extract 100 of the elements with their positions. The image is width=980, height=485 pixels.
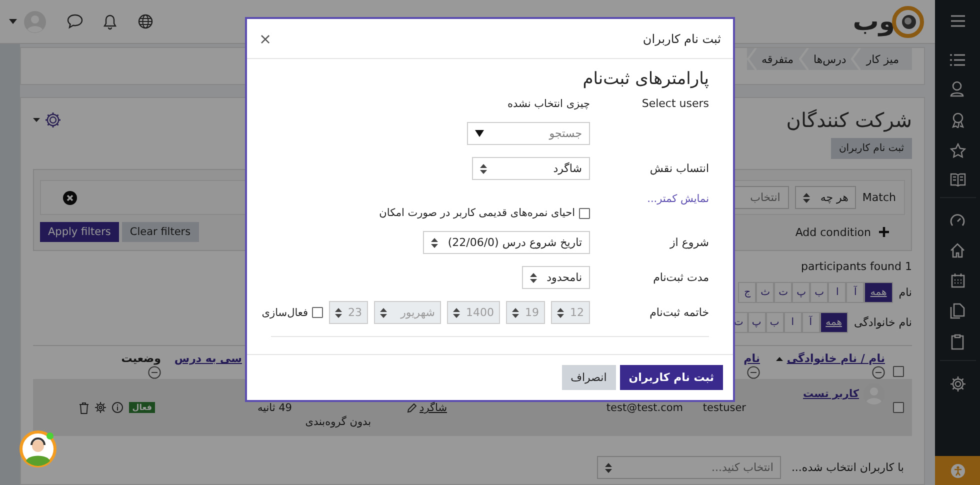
column-header[interactable]: سی به درس <box>174 352 242 365</box>
star-icon[interactable] <box>950 143 966 158</box>
initial-letter[interactable]: ا <box>828 282 846 303</box>
initial-letter[interactable]: ب <box>810 282 828 303</box>
caret-icon[interactable] <box>33 118 40 122</box>
plus-icon <box>879 227 889 237</box>
cancel-button[interactable]: انصراف <box>562 365 616 390</box>
role-link[interactable]: شاگرد <box>420 402 447 414</box>
initial-letter[interactable]: پ <box>792 282 810 303</box>
clipboard-icon[interactable] <box>951 334 964 350</box>
start-select[interactable]: تاریخ شروع درس (22/06/0) <box>422 231 590 254</box>
remove-icon[interactable] <box>63 190 77 204</box>
show-less-link[interactable]: نمایش کمتر... <box>647 193 709 205</box>
breadcrumb-link[interactable]: متفرقه <box>756 52 799 66</box>
table-cell-text: test@test.com <box>605 402 684 416</box>
dialog-title: ثبت نام کاربران <box>642 32 721 46</box>
site-logo[interactable]: وب <box>852 4 925 38</box>
match-select[interactable]: هر چه <box>795 186 856 209</box>
select-arrows-icon <box>380 308 387 318</box>
field-label: خاتمه ثبت‌نام <box>648 306 709 319</box>
initial-letter[interactable]: ا <box>784 312 802 333</box>
enable-checkbox[interactable] <box>312 307 323 318</box>
role-select[interactable]: شاگرد <box>472 157 590 180</box>
select-arrows-icon <box>453 308 460 318</box>
match-label: Match <box>862 191 896 204</box>
settings-icon[interactable] <box>95 402 106 413</box>
bulk-action-select[interactable]: انتخاب کنید... <box>597 456 782 479</box>
settings-icon[interactable] <box>44 111 62 129</box>
column-header[interactable]: نام <box>744 352 760 365</box>
initials-label: نام <box>898 286 912 299</box>
select-arrows-icon <box>557 308 564 318</box>
chat-icon[interactable] <box>67 14 83 29</box>
select-arrows-icon <box>335 308 342 318</box>
add-condition-link[interactable]: Add condition <box>795 226 889 238</box>
bell-icon[interactable] <box>103 14 117 30</box>
calendar-icon[interactable] <box>950 273 964 288</box>
apply-filters-button[interactable]: Apply filters <box>40 222 119 242</box>
select-arrows-icon <box>605 462 612 472</box>
field-label: Select users <box>640 97 709 110</box>
book-icon[interactable] <box>950 173 966 187</box>
row-checkbox[interactable] <box>893 402 904 413</box>
list-icon[interactable] <box>950 54 965 66</box>
table-cell-text: testuser <box>702 402 747 416</box>
participants-count: participants found 1 <box>800 260 912 273</box>
collapse-icon[interactable] <box>747 366 760 379</box>
checkbox-label: فعال‌سازی <box>262 306 308 318</box>
select-arrows-icon <box>480 164 487 174</box>
status-badge: فعال <box>129 402 155 413</box>
initial-letter[interactable]: ب <box>766 312 784 333</box>
section-heading: پارامترهای ثبت‌نام <box>582 69 709 89</box>
accessibility-icon <box>950 464 964 478</box>
info-icon[interactable] <box>112 402 124 413</box>
initials-label: نام خانوادگی <box>854 316 912 329</box>
select-arrows-icon <box>530 272 537 282</box>
collapse-icon[interactable] <box>148 366 161 379</box>
field-label: مدت ثبت‌نام <box>652 271 709 284</box>
menu-icon[interactable] <box>950 15 964 27</box>
globe-icon[interactable] <box>138 14 153 29</box>
breadcrumb-link[interactable]: میز کار <box>861 52 904 66</box>
breadcrumb-link[interactable]: درس‌ها <box>808 52 852 66</box>
sort-icon <box>776 356 783 360</box>
enrol-users-button[interactable]: ثبت نام کاربران <box>830 138 912 159</box>
column-header[interactable]: وضعیت <box>121 352 161 365</box>
table-cell-text: 49 ثانیه <box>256 402 293 416</box>
trash-icon[interactable] <box>79 402 90 414</box>
select-all-checkbox[interactable] <box>893 366 904 377</box>
select-arrows-icon <box>430 238 438 248</box>
user-icon[interactable] <box>950 81 965 97</box>
initial-letter[interactable]: آ <box>846 282 864 303</box>
select-arrows-icon <box>512 308 519 318</box>
table-cell-text: بدون گروه‌بندی <box>306 416 372 430</box>
initial-letter[interactable]: همه <box>820 312 848 333</box>
initial-letter[interactable]: پ <box>748 312 766 333</box>
enrol-users-button[interactable]: ثبت نام کاربران <box>620 365 723 390</box>
selection-status: چیزی انتخاب نشده <box>507 98 590 110</box>
close-button[interactable]: × <box>257 30 274 48</box>
user-name-link[interactable]: کاربر تست <box>803 388 859 400</box>
column-header[interactable]: نام / نام خانوادگی <box>786 352 885 365</box>
caret-icon <box>475 130 484 137</box>
user-search-dropdown[interactable]: جستجو <box>467 122 590 145</box>
home-icon[interactable] <box>950 243 965 258</box>
initial-letter[interactable]: همه <box>864 282 893 303</box>
gauge-icon[interactable] <box>950 213 965 228</box>
caret-icon[interactable] <box>9 19 17 24</box>
duration-select[interactable]: نامحدود <box>522 266 590 289</box>
copy-icon[interactable] <box>950 303 965 319</box>
initial-letter[interactable]: ث <box>756 282 774 303</box>
field-label: انتساب نقش <box>648 162 709 175</box>
initial-letter[interactable]: آ <box>802 312 820 333</box>
select-arrows-icon <box>803 192 810 202</box>
collapse-icon[interactable] <box>872 366 885 379</box>
pencil-icon[interactable] <box>406 403 417 413</box>
initial-letter[interactable]: ج <box>738 282 756 303</box>
recover-grades-checkbox[interactable] <box>579 208 590 218</box>
award-icon[interactable] <box>950 112 964 128</box>
bulk-action-label: با کاربران انتخاب شده... <box>791 461 904 474</box>
initial-letter[interactable]: ت <box>774 282 792 303</box>
field-label: شروع از <box>668 236 709 249</box>
checkbox-label: احیای نمره‌های قدیمی کاربر در صورت امکان <box>379 207 575 219</box>
clear-filters-button[interactable]: Clear filters <box>122 222 199 242</box>
